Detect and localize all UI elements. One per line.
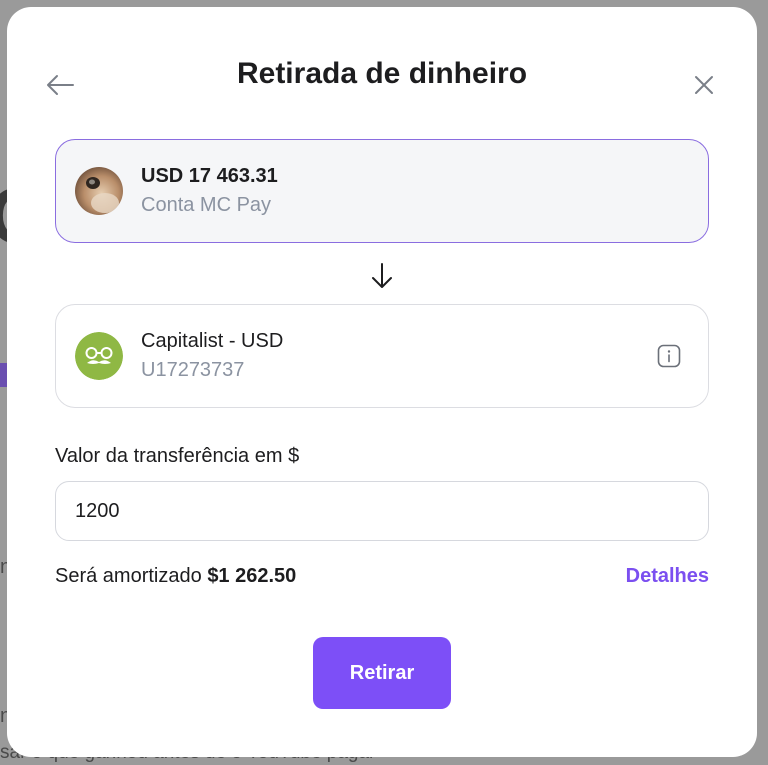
arrow-down-icon — [372, 263, 392, 288]
amortized-amount: $1 262.50 — [207, 565, 297, 587]
close-button[interactable] — [688, 69, 720, 101]
info-icon[interactable] — [657, 344, 681, 368]
transfer-amount-label: Valor da transferência em $ — [55, 445, 300, 467]
user-photo-avatar — [75, 167, 123, 215]
details-link[interactable]: Detalhes — [626, 565, 709, 588]
source-balance: USD 17 463.31 — [141, 165, 278, 187]
capitalist-logo-icon — [75, 332, 123, 380]
destination-account-id: U17273737 — [141, 359, 245, 381]
amortized-summary: Será amortizado $1 262.50 — [55, 565, 296, 588]
source-account-name: Conta MC Pay — [141, 194, 272, 216]
source-account-card[interactable]: USD 17 463.31 Conta MC Pay — [55, 139, 709, 243]
close-icon — [695, 76, 713, 94]
destination-name: Capitalist - USD — [141, 330, 284, 352]
destination-account-card[interactable]: Capitalist - USD U17273737 — [55, 304, 709, 408]
amortized-label: Será amortizado — [55, 565, 202, 587]
withdraw-button[interactable]: Retirar — [313, 637, 451, 709]
transfer-amount-input[interactable] — [55, 481, 709, 541]
modal-title: Retirada de dinheiro — [236, 57, 528, 90]
withdrawal-modal: Retirada de dinheiro USD 17 463.31 Conta… — [7, 7, 757, 757]
